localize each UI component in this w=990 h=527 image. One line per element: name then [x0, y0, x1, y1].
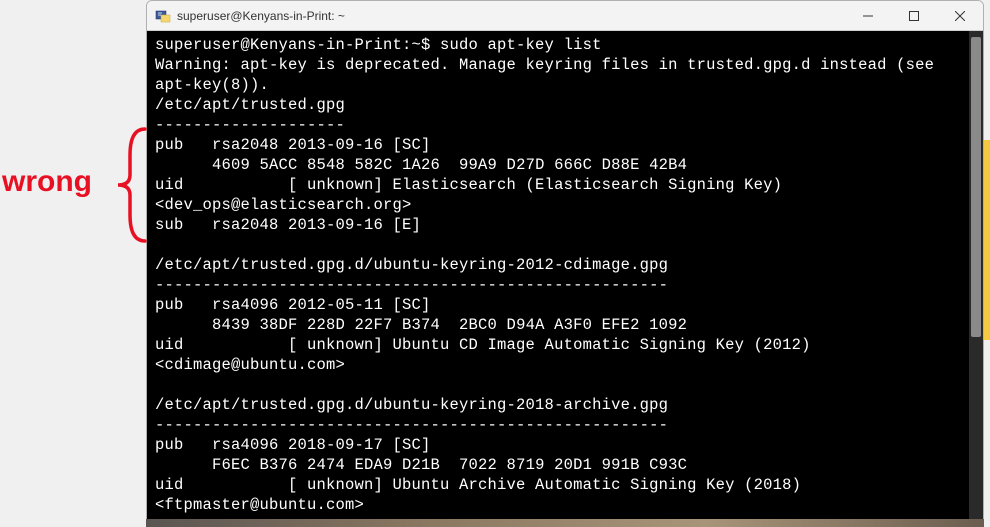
background-edge: [984, 140, 990, 340]
maximize-button[interactable]: [891, 1, 937, 30]
background-strip: [146, 519, 984, 527]
scrollbar-thumb[interactable]: [971, 37, 981, 337]
terminal-output[interactable]: superuser@Kenyans-in-Print:~$ sudo apt-k…: [147, 31, 969, 526]
window-titlebar[interactable]: superuser@Kenyans-in-Print: ~: [147, 1, 983, 31]
terminal-window: superuser@Kenyans-in-Print: ~ superuser@…: [146, 0, 984, 527]
annotation-brace: [110, 125, 150, 245]
window-title: superuser@Kenyans-in-Print: ~: [177, 9, 845, 23]
close-button[interactable]: [937, 1, 983, 30]
scrollbar[interactable]: [969, 31, 983, 526]
putty-icon: [155, 8, 171, 24]
window-controls: [845, 1, 983, 30]
annotation-text: wrong: [2, 165, 92, 199]
minimize-button[interactable]: [845, 1, 891, 30]
terminal-area: superuser@Kenyans-in-Print:~$ sudo apt-k…: [147, 31, 983, 526]
